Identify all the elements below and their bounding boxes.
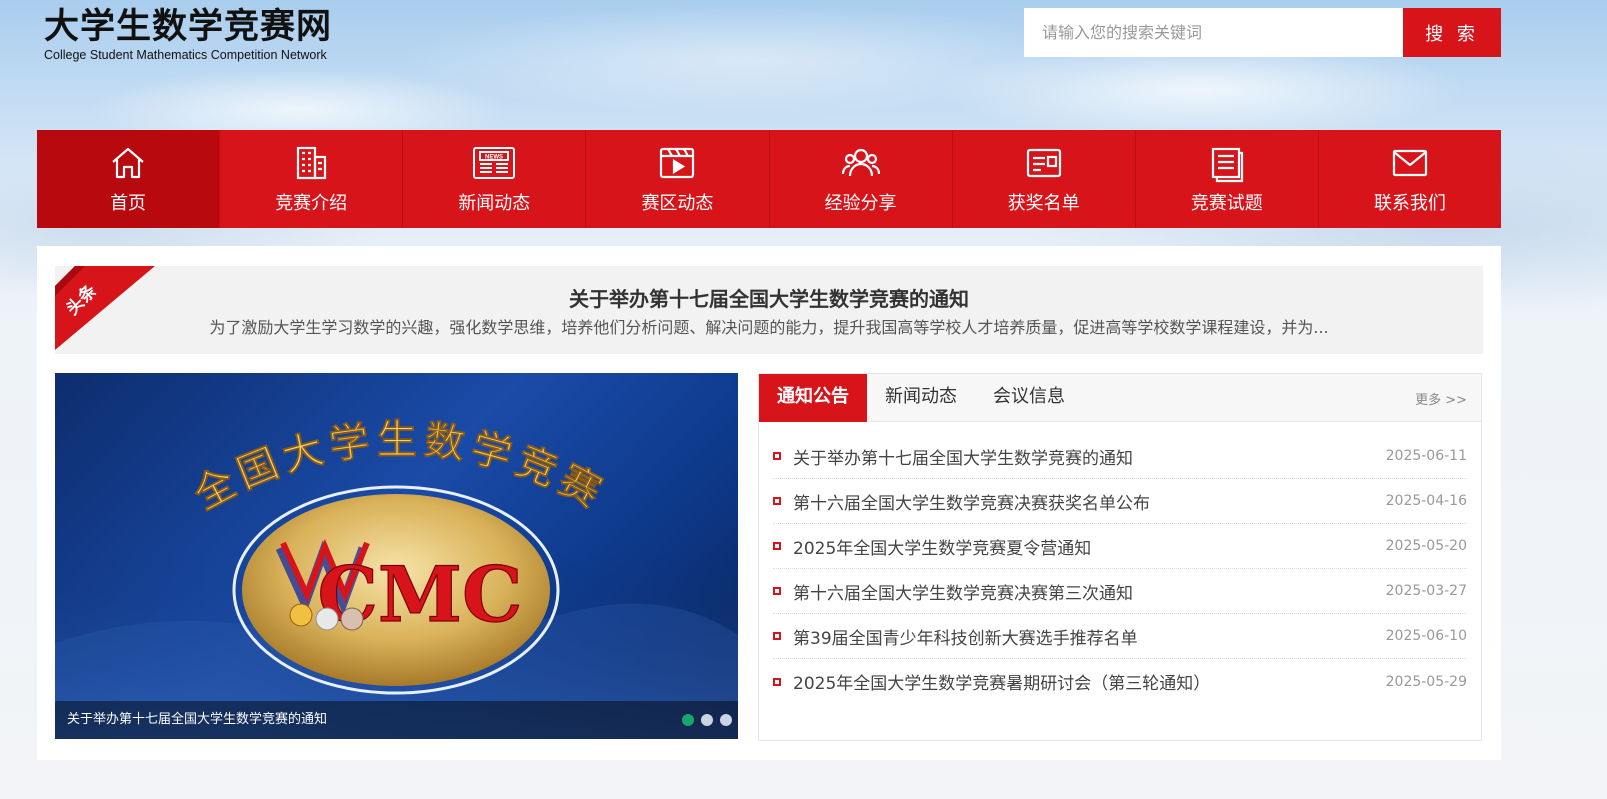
bullet-icon [773,542,781,550]
list-item-title: 第39届全国青少年科技创新大赛选手推荐名单 [793,628,1138,649]
headline-description: 为了激励大学生学习数学的兴趣，强化数学思维，培养他们分析问题、解决问题的能力，提… [209,318,1329,337]
users-icon [841,148,880,177]
mail-icon [1392,149,1428,177]
list-item-date: 2025-03-27 [1385,583,1467,599]
list-item[interactable]: 2025年全国大学生数学竞赛暑期研讨会（第三轮通知） 2025-05-29 [773,659,1467,704]
main-panel: 头条 关于举办第十七届全国大学生数学竞赛的通知 为了激励大学生学习数学的兴趣，强… [37,246,1501,760]
headline-box[interactable]: 头条 关于举办第十七届全国大学生数学竞赛的通知 为了激励大学生学习数学的兴趣，强… [55,266,1483,354]
bullet-icon [773,587,781,595]
site-logo[interactable]: 大学生数学竞赛网 College Student Mathematics Com… [44,6,332,62]
nav-item-awards[interactable]: 获奖名单 [953,130,1136,228]
news-tabs: 通知公告 新闻动态 会议信息 更多 >> [759,374,1481,422]
search-bar: 搜 索 [1024,8,1501,57]
list-item-date: 2025-05-20 [1385,538,1467,554]
list-item-title: 第十六届全国大学生数学竞赛决赛第三次通知 [793,583,1133,604]
carousel-dot[interactable] [720,714,732,726]
nav-label: 获奖名单 [1007,193,1080,214]
news-list: 关于举办第十七届全国大学生数学竞赛的通知 2025-06-11 第十六届全国大学… [759,422,1481,704]
site-title: 大学生数学竞赛网 [44,6,333,47]
list-item-title: 2025年全国大学生数学竞赛暑期研讨会（第三轮通知） [793,674,1211,694]
carousel-dots [682,714,732,726]
list-item-date: 2025-04-16 [1385,493,1467,509]
site-subtitle: College Student Mathematics Competition … [44,48,327,62]
bullet-icon [773,677,781,686]
search-input[interactable] [1024,8,1403,57]
list-item[interactable]: 第十六届全国大学生数学竞赛决赛第三次通知 2025-03-27 [773,569,1467,614]
list-item[interactable]: 第39届全国青少年科技创新大赛选手推荐名单 2025-06-10 [773,614,1467,659]
bullet-icon [773,497,781,505]
bullet-icon [773,452,781,460]
nav-label: 竞赛试题 [1190,193,1263,214]
carousel-caption[interactable]: 关于举办第十七届全国大学生数学竞赛的通知 [55,701,738,739]
nav-label: 首页 [110,193,147,214]
list-item[interactable]: 关于举办第十七届全国大学生数学竞赛的通知 2025-06-11 [773,434,1467,479]
main-nav: 首页 竞赛介绍 NEWS 新闻动态 赛区动态 经验分享 获奖名单 竞赛试题 联系… [37,130,1501,228]
svg-text:NEWS: NEWS [485,155,503,161]
newspaper-icon: NEWS [473,147,516,179]
nav-item-news[interactable]: NEWS 新闻动态 [403,130,587,228]
bullet-icon [773,632,781,640]
nav-label: 竞赛介绍 [275,193,348,214]
list-item-date: 2025-05-29 [1385,673,1467,690]
nav-label: 联系我们 [1373,193,1446,214]
nav-item-contact[interactable]: 联系我们 [1319,130,1501,228]
headline-title[interactable]: 关于举办第十七届全国大学生数学竞赛的通知 [55,283,1483,312]
list-item-title: 2025年全国大学生数学竞赛夏令营通知 [793,538,1092,559]
image-carousel[interactable]: 全国大学生数学竞赛 CMC 关于举办第十七届全国大学生数学竞赛的通知 [55,373,738,739]
list-item[interactable]: 2025年全国大学生数学竞赛夏令营通知 2025-05-20 [773,524,1467,569]
list-item-title: 第十六届全国大学生数学竞赛决赛获奖名单公布 [793,493,1150,514]
nav-item-intro[interactable]: 竞赛介绍 [220,130,404,228]
tab-notices[interactable]: 通知公告 [759,374,867,422]
building-icon [297,146,327,180]
id-card-icon [1026,148,1061,178]
more-link[interactable]: 更多 >> [1415,389,1467,408]
news-panel: 通知公告 新闻动态 会议信息 更多 >> 关于举办第十七届全国大学生数学竞赛的通… [758,373,1482,741]
tab-meetings[interactable]: 会议信息 [975,374,1083,422]
nav-item-exams[interactable]: 竞赛试题 [1136,130,1319,228]
search-button[interactable]: 搜 索 [1403,8,1501,57]
nav-label: 赛区动态 [641,193,714,214]
tab-news[interactable]: 新闻动态 [867,374,975,422]
home-icon [112,147,144,179]
nav-item-region[interactable]: 赛区动态 [586,130,770,228]
list-item-title: 关于举办第十七届全国大学生数学竞赛的通知 [793,448,1133,469]
carousel-dot[interactable] [701,714,713,726]
carousel-image: 全国大学生数学竞赛 CMC [55,416,738,739]
carousel-dot-active[interactable] [682,714,694,726]
nav-item-experience[interactable]: 经验分享 [770,130,953,228]
list-item-date: 2025-06-10 [1385,628,1467,644]
nav-item-home[interactable]: 首页 [37,130,221,228]
document-icon [1211,147,1243,183]
nav-label: 经验分享 [824,193,897,214]
list-item-date: 2025-06-11 [1385,448,1467,464]
video-icon [660,147,695,179]
nav-label: 新闻动态 [458,193,531,214]
list-item[interactable]: 第十六届全国大学生数学竞赛决赛获奖名单公布 2025-04-16 [773,479,1467,524]
